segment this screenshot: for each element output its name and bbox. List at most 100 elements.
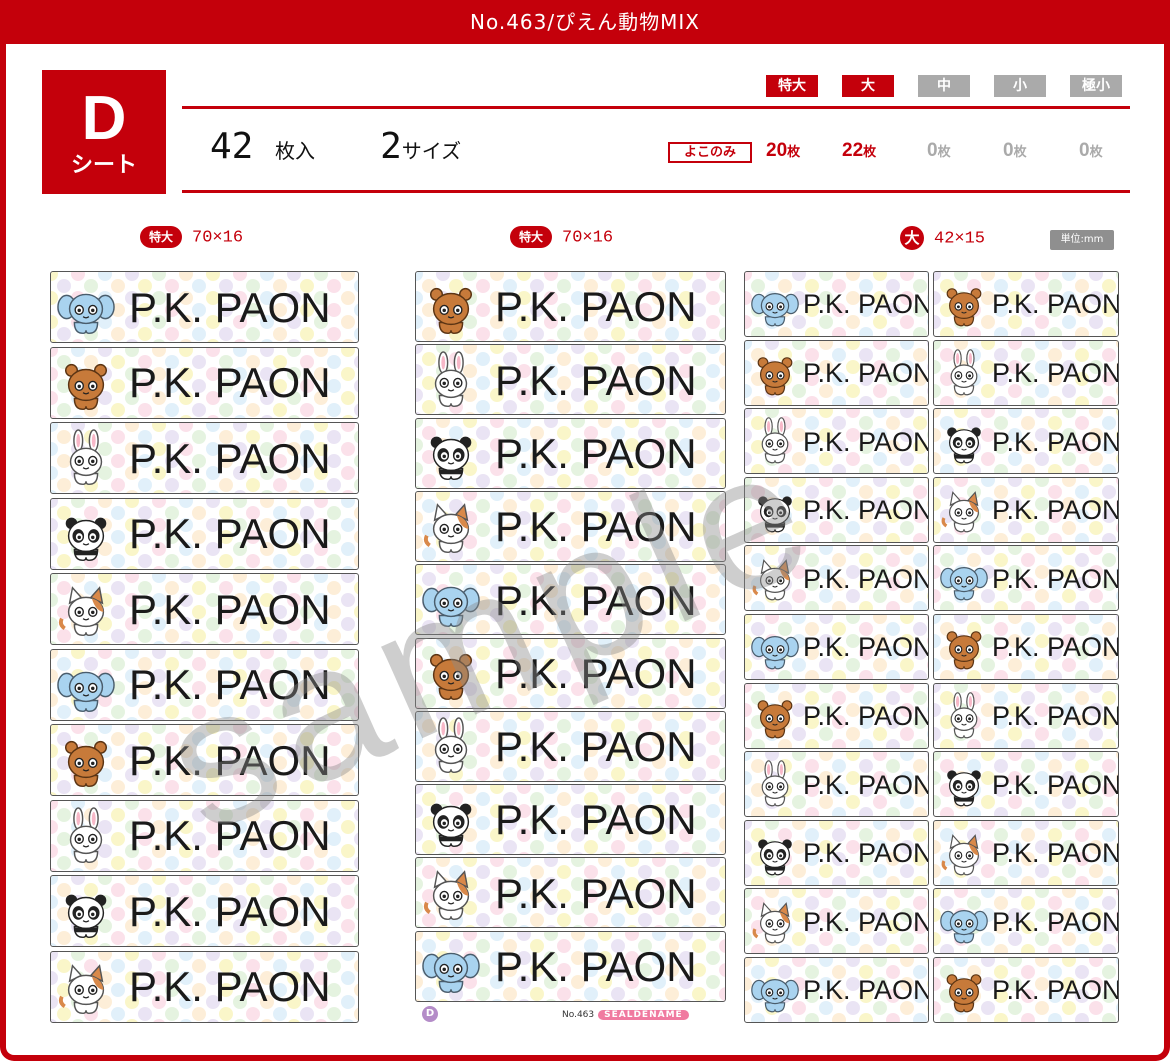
panda-icon xyxy=(430,436,472,481)
name-label: P.K. PAON xyxy=(50,950,359,1023)
label-name-text: P.K. PAON xyxy=(803,975,929,1006)
bear-icon xyxy=(946,631,982,670)
name-label: P.K. PAON xyxy=(50,271,359,343)
label-name-text: P.K. PAON xyxy=(992,563,1119,594)
name-label: P.K. PAON xyxy=(744,682,929,749)
name-label: P.K. PAON xyxy=(744,271,929,337)
label-name-text: P.K. PAON xyxy=(992,358,1119,389)
name-label: P.K. PAON xyxy=(933,751,1119,818)
label-name-text: P.K. PAON xyxy=(992,426,1119,457)
label-name-text: P.K. PAON xyxy=(495,796,697,844)
name-label: P.K. PAON xyxy=(50,497,359,570)
bear-icon xyxy=(429,287,473,334)
name-label: P.K. PAON xyxy=(933,819,1119,886)
quantity-2: 0枚 xyxy=(927,140,951,162)
name-label: P.K. PAON xyxy=(933,888,1119,955)
column-header-2: 大 42×15 xyxy=(900,226,985,250)
footer-brand: SEALDENAME xyxy=(598,1010,689,1020)
size-count-number: 2 xyxy=(380,126,402,167)
label-name-text: P.K. PAON xyxy=(992,495,1119,526)
cat-icon xyxy=(423,503,470,554)
label-name-text: P.K. PAON xyxy=(992,838,1119,869)
bear-icon xyxy=(757,699,793,738)
label-name-text: P.K. PAON xyxy=(992,769,1119,800)
name-label: P.K. PAON xyxy=(933,682,1119,749)
label-name-text: P.K. PAON xyxy=(129,887,331,935)
cat-icon xyxy=(941,490,979,533)
cat-icon xyxy=(941,833,979,876)
name-label: P.K. PAON xyxy=(50,422,359,494)
bear-icon xyxy=(946,974,982,1013)
name-label: P.K. PAON xyxy=(415,784,726,856)
label-name-text: P.K. PAON xyxy=(129,585,331,633)
quantity-4: 0枚 xyxy=(1079,140,1103,162)
rabbit-icon xyxy=(761,760,789,807)
count-unit: 枚入 xyxy=(275,139,316,163)
bear-icon xyxy=(64,740,108,788)
quantity-unit: 枚 xyxy=(863,144,877,159)
label-name-text: P.K. PAON xyxy=(803,906,929,937)
label-name-text: P.K. PAON xyxy=(495,356,697,404)
label-name-text: P.K. PAON xyxy=(129,359,331,407)
name-label: P.K. PAON xyxy=(933,476,1119,543)
sheet-letter: D xyxy=(81,84,127,153)
bear-icon xyxy=(757,356,793,395)
size-badge: 特大 xyxy=(140,226,183,248)
name-label: P.K. PAON xyxy=(744,957,929,1023)
name-label: P.K. PAON xyxy=(415,637,726,709)
size-button-2: 中 xyxy=(918,75,970,97)
name-label: P.K. PAON xyxy=(415,564,726,636)
count-number: 42 xyxy=(210,126,254,167)
quantity-number: 0 xyxy=(1079,140,1090,161)
label-name-text: P.K. PAON xyxy=(803,495,929,526)
cat-icon xyxy=(752,902,790,944)
name-label: P.K. PAON xyxy=(933,271,1119,337)
name-label: P.K. PAON xyxy=(744,408,929,475)
rabbit-icon xyxy=(950,348,978,395)
label-name-text: P.K. PAON xyxy=(803,358,929,389)
name-label: P.K. PAON xyxy=(933,339,1119,406)
name-label: P.K. PAON xyxy=(933,957,1119,1023)
label-name-text: P.K. PAON xyxy=(495,503,697,551)
cat-icon xyxy=(423,870,470,920)
label-name-text: P.K. PAON xyxy=(495,723,697,771)
quantity-number: 22 xyxy=(842,140,864,161)
cat-icon xyxy=(752,559,790,601)
column-header-1: 特大 70×16 xyxy=(510,226,613,250)
rabbit-icon xyxy=(434,351,468,407)
sheet-count: 42 枚入 2サイズ xyxy=(210,126,461,167)
label-name-text: P.K. PAON xyxy=(992,289,1119,320)
size-badge: 特大 xyxy=(510,226,553,248)
sheet-badge: D シート xyxy=(42,70,166,194)
label-name-text: P.K. PAON xyxy=(495,649,697,697)
name-label: P.K. PAON xyxy=(744,751,929,818)
quantity-unit: 枚 xyxy=(1089,144,1103,159)
name-label: P.K. PAON xyxy=(415,490,726,562)
name-label: P.K. PAON xyxy=(415,417,726,489)
bear-icon xyxy=(946,288,982,327)
name-label: P.K. PAON xyxy=(50,799,359,872)
name-label: P.K. PAON xyxy=(744,819,929,886)
cat-icon xyxy=(58,586,105,637)
label-name-text: P.K. PAON xyxy=(803,838,929,869)
elephant-icon xyxy=(940,567,988,601)
unit-note: 単位:mm xyxy=(1050,230,1114,250)
quantity-3: 0枚 xyxy=(1003,140,1027,162)
quantity-unit: 枚 xyxy=(937,144,951,159)
name-label: P.K. PAON xyxy=(744,888,929,955)
quantity-number: 0 xyxy=(1003,140,1014,161)
label-name-text: P.K. PAON xyxy=(803,426,929,457)
panda-icon xyxy=(947,770,981,807)
label-name-text: P.K. PAON xyxy=(992,701,1119,732)
size-button-4: 極小 xyxy=(1070,75,1122,97)
size-dimensions: 70×16 xyxy=(192,228,244,248)
label-name-text: P.K. PAON xyxy=(495,429,697,477)
yoko-only-tag: よこのみ xyxy=(668,142,752,163)
panda-icon xyxy=(758,496,792,533)
name-label: P.K. PAON xyxy=(50,724,359,796)
elephant-icon xyxy=(422,586,480,627)
panda-icon xyxy=(758,839,792,876)
size-button-1: 大 xyxy=(842,75,894,97)
name-label: P.K. PAON xyxy=(415,857,726,929)
name-label: P.K. PAON xyxy=(744,614,929,680)
